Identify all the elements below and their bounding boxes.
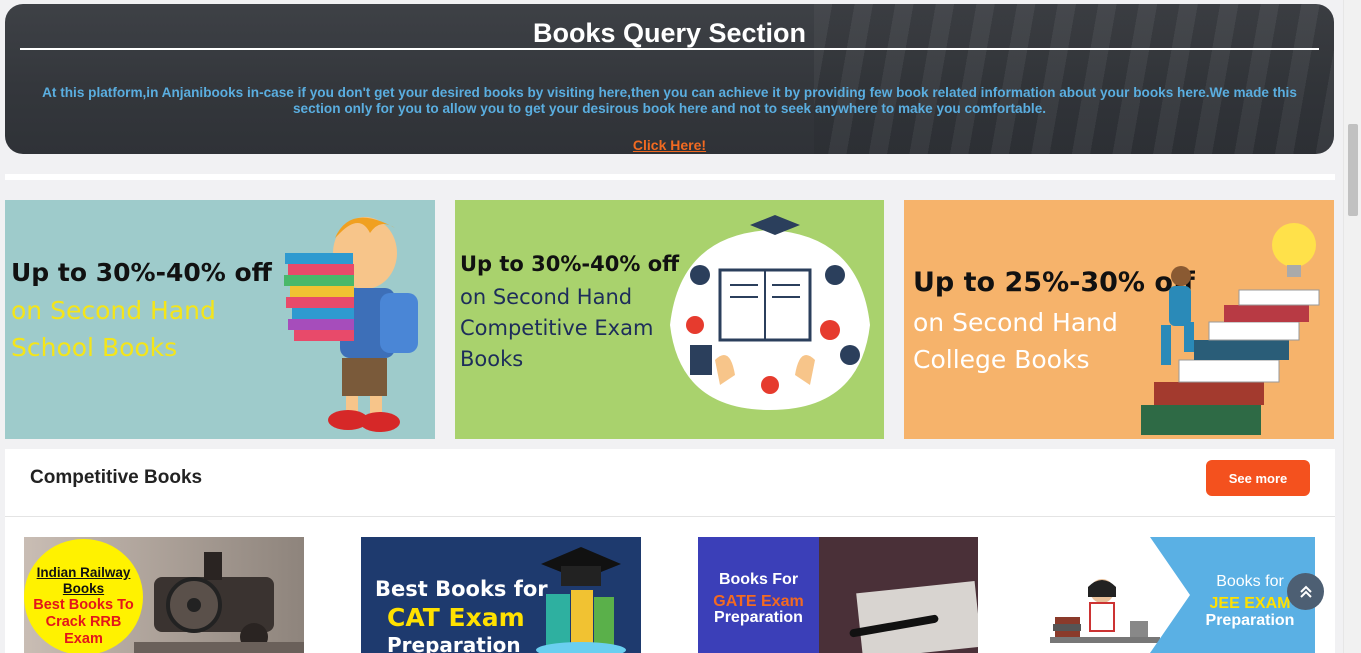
jee-line3: Preparation bbox=[1205, 612, 1295, 629]
page: Books Query Section At this platform,in … bbox=[0, 0, 1361, 653]
vertical-scrollbar[interactable] bbox=[1343, 0, 1361, 653]
promo-subline: on Second Hand College Books bbox=[913, 308, 1118, 374]
pen-paper-image bbox=[819, 537, 978, 653]
gate-line3: Preparation bbox=[714, 609, 803, 626]
promo-headline: Up to 30%-40% off bbox=[460, 252, 680, 276]
railway-line3: Best Books To bbox=[33, 597, 134, 613]
double-chevron-up-icon bbox=[1299, 585, 1312, 598]
promo-subline: on Second Hand School Books bbox=[11, 296, 216, 362]
scrollbar-thumb[interactable] bbox=[1348, 124, 1358, 216]
railway-line4: Crack RRB bbox=[45, 614, 122, 630]
railway-line1: Indian Railway bbox=[36, 565, 131, 580]
divider bbox=[5, 174, 1335, 180]
book-stairs-illustration bbox=[1141, 223, 1320, 435]
cat-line1: Best Books for bbox=[375, 577, 548, 601]
section-divider bbox=[5, 516, 1335, 517]
promo-competitive-books[interactable]: Up to 30%-40% off on Second Hand Competi… bbox=[455, 200, 884, 439]
promo-headline: Up to 30%-40% off bbox=[11, 258, 272, 287]
spacer-strip bbox=[0, 163, 1343, 190]
boy-with-books-illustration bbox=[284, 217, 418, 432]
cat-line2: CAT Exam bbox=[387, 603, 525, 632]
train-engine-image bbox=[134, 552, 304, 653]
book-card-jee[interactable]: Books for JEE EXAM Preparation bbox=[1035, 537, 1315, 653]
section-title: Competitive Books bbox=[30, 467, 203, 488]
book-card-gate[interactable]: Books For GATE Exam Preparation bbox=[698, 537, 978, 653]
query-title: Books Query Section bbox=[532, 18, 807, 48]
gate-line1: Books For bbox=[718, 571, 799, 588]
query-description: At this platform,in Anjanibooks in-case … bbox=[42, 85, 1297, 116]
click-here-link[interactable]: Click Here! bbox=[5, 137, 1334, 153]
promo-college-books[interactable]: Up to 25%-30% off on Second Hand College… bbox=[904, 200, 1334, 439]
railway-line2: Books bbox=[62, 581, 105, 596]
railway-line5: Exam bbox=[64, 631, 103, 647]
competitive-books-section: Competitive Books See more Indian Railwa… bbox=[5, 449, 1335, 653]
books-query-banner: Books Query Section At this platform,in … bbox=[5, 4, 1334, 154]
book-card-cat[interactable]: Best Books for CAT Exam Preparation bbox=[361, 537, 641, 653]
student-studying-image bbox=[1050, 579, 1160, 643]
title-divider bbox=[20, 48, 1319, 50]
cat-line3: Preparation bbox=[387, 633, 521, 653]
promo-school-books[interactable]: Up to 30%-40% off on Second Hand School … bbox=[5, 200, 435, 439]
education-icons-illustration bbox=[670, 215, 870, 410]
see-more-button[interactable]: See more bbox=[1206, 460, 1310, 496]
book-card-railway[interactable]: Indian Railway Books Best Books To Crack… bbox=[24, 537, 304, 653]
railway-badge: Indian Railway Books Best Books To Crack… bbox=[24, 539, 143, 653]
scroll-to-top-button[interactable] bbox=[1287, 573, 1324, 610]
